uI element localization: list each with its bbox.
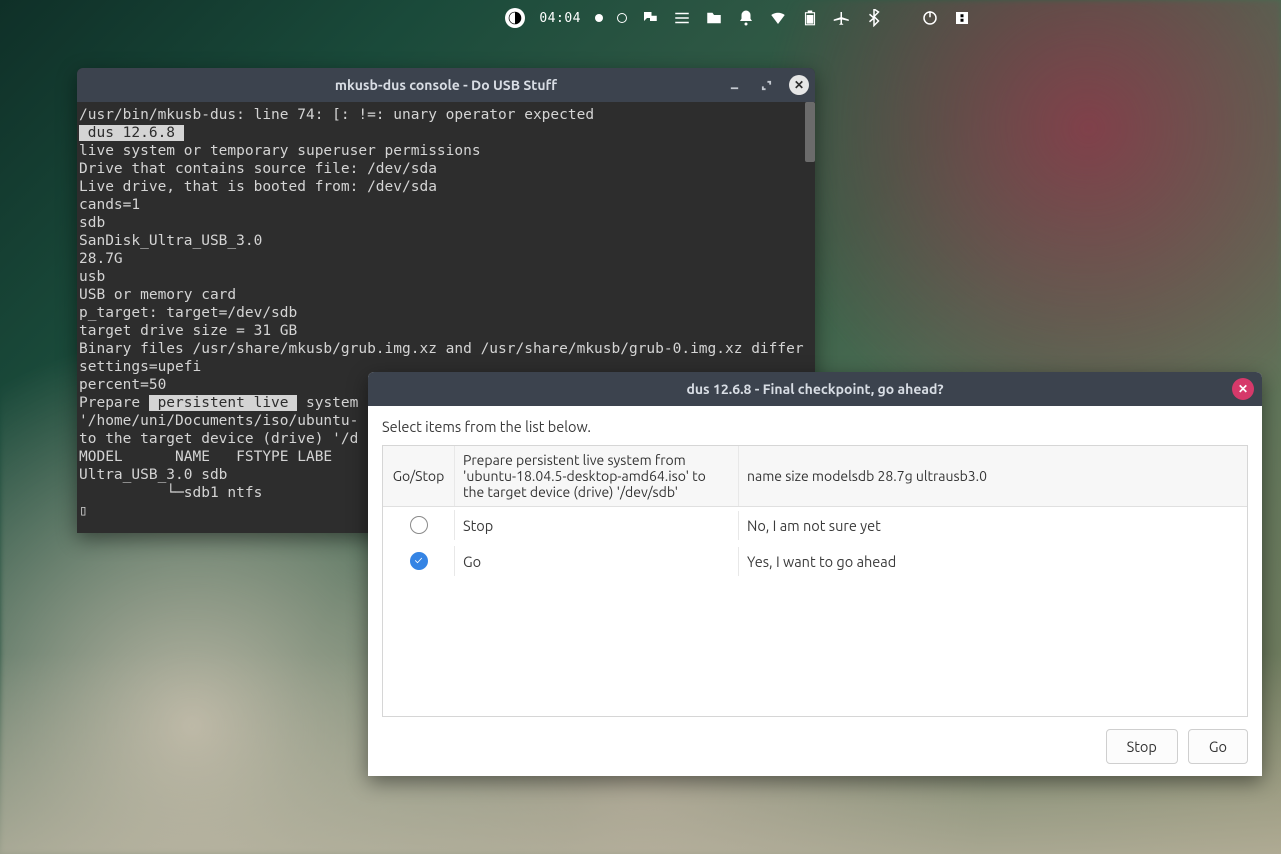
header-device: name size model sdb 28.7g ultrausb3.0 bbox=[739, 446, 1247, 506]
option-desc: Yes, I want to go ahead bbox=[739, 547, 1247, 576]
header-device-columns: name size model bbox=[747, 468, 852, 484]
battery-icon[interactable] bbox=[801, 9, 819, 27]
minimize-button[interactable] bbox=[725, 76, 743, 94]
option-row[interactable]: StopNo, I am not sure yet bbox=[383, 507, 1247, 543]
header-gostop: Go/Stop bbox=[383, 446, 455, 506]
option-desc: No, I am not sure yet bbox=[739, 511, 1247, 540]
confirm-dialog: dus 12.6.8 - Final checkpoint, go ahead?… bbox=[368, 372, 1262, 776]
workspace-active-icon[interactable] bbox=[595, 14, 603, 22]
terminal-scrollbar[interactable] bbox=[805, 102, 815, 162]
dialog-hint: Select items from the list below. bbox=[382, 418, 1248, 435]
header-description: Prepare persistent live system from 'ubu… bbox=[455, 446, 739, 506]
top-panel: 04:04 bbox=[505, 4, 971, 32]
terminal-title: mkusb-dus console - Do USB Stuff bbox=[335, 77, 557, 93]
option-label: Stop bbox=[455, 511, 739, 540]
option-row[interactable]: GoYes, I want to go ahead bbox=[383, 543, 1247, 579]
chat-icon[interactable] bbox=[641, 9, 659, 27]
maximize-button[interactable] bbox=[757, 76, 775, 94]
go-button[interactable]: Go bbox=[1188, 729, 1248, 764]
power-icon[interactable] bbox=[921, 9, 939, 27]
menu-icon[interactable] bbox=[673, 9, 691, 27]
radio-stop[interactable] bbox=[410, 516, 428, 534]
options-table: Go/Stop Prepare persistent live system f… bbox=[382, 445, 1248, 717]
workspace-inactive-icon[interactable] bbox=[617, 13, 627, 23]
budgie-menu-icon[interactable] bbox=[505, 8, 525, 28]
wifi-icon[interactable] bbox=[769, 9, 787, 27]
clock[interactable]: 04:04 bbox=[539, 11, 581, 26]
notifications-icon[interactable] bbox=[737, 9, 755, 27]
stop-button[interactable]: Stop bbox=[1106, 729, 1178, 764]
airplane-icon[interactable] bbox=[833, 9, 851, 27]
close-button[interactable]: ✕ bbox=[789, 75, 809, 95]
indicator-icon[interactable] bbox=[953, 9, 971, 27]
terminal-titlebar[interactable]: mkusb-dus console - Do USB Stuff ✕ bbox=[77, 68, 815, 102]
files-icon[interactable] bbox=[705, 9, 723, 27]
dialog-title: dus 12.6.8 - Final checkpoint, go ahead? bbox=[686, 381, 943, 397]
dialog-close-button[interactable]: ✕ bbox=[1232, 378, 1254, 400]
dialog-titlebar[interactable]: dus 12.6.8 - Final checkpoint, go ahead?… bbox=[368, 372, 1262, 406]
header-device-values: sdb 28.7g ultrausb3.0 bbox=[852, 468, 987, 484]
radio-go[interactable] bbox=[410, 552, 428, 570]
table-header: Go/Stop Prepare persistent live system f… bbox=[383, 446, 1247, 507]
option-label: Go bbox=[455, 547, 739, 576]
bluetooth-icon[interactable] bbox=[865, 9, 883, 27]
